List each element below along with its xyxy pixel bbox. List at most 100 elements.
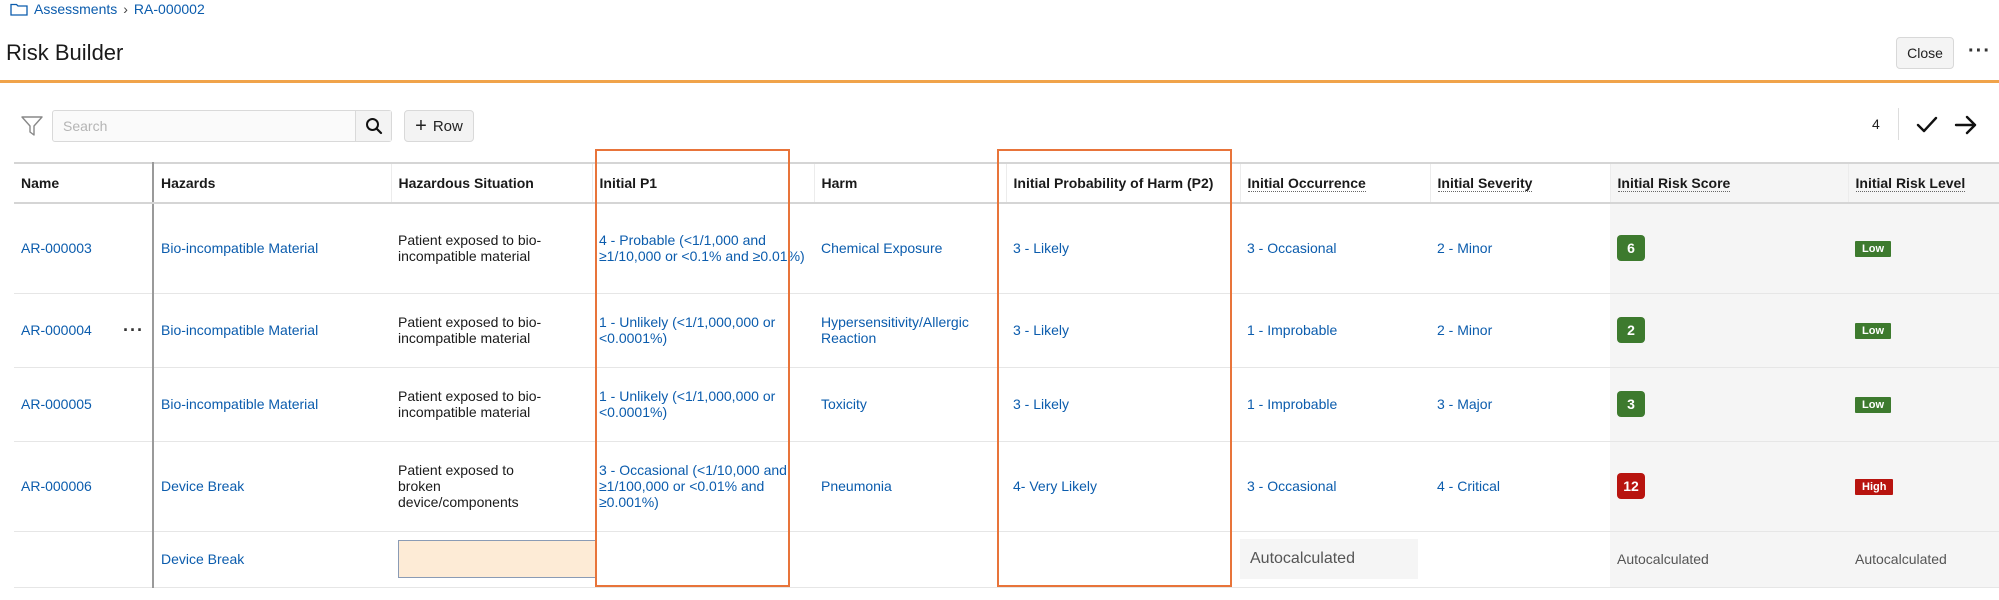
initial-p1-link[interactable]: 1 - Unlikely (<1/1,000,000 or <0.0001%) <box>592 367 814 442</box>
risk-level-cell: Low <box>1848 293 1999 368</box>
new-row-harm-cell[interactable] <box>814 531 1006 588</box>
add-row-label: Row <box>432 117 463 135</box>
column-header-initial-risk-level-label: Initial Risk Level <box>1855 175 1966 192</box>
column-header-initial-occurrence[interactable]: Initial Occurrence <box>1240 162 1431 204</box>
row-name-link[interactable]: AR-000005 <box>21 396 92 412</box>
hazardous-situation-edit-field[interactable] <box>398 540 596 578</box>
column-header-initial-risk-score-label: Initial Risk Score <box>1617 175 1731 192</box>
new-row-p1-cell[interactable] <box>592 531 814 588</box>
new-row-risk-score-cell: Autocalculated <box>1610 531 1848 588</box>
row-name-link[interactable]: AR-000004 <box>21 322 92 338</box>
search-button[interactable] <box>355 111 391 141</box>
harm-link[interactable]: Hypersensitivity/Allergic Reaction <box>814 293 1006 368</box>
new-row-name-cell <box>14 531 154 588</box>
table-row: AR-000005 Bio-incompatible Material Pati… <box>14 367 1999 442</box>
row-name-link[interactable]: AR-000006 <box>21 478 92 494</box>
risk-score-badge: 3 <box>1617 391 1645 417</box>
new-row-hazard-link[interactable]: Device Break <box>153 531 391 588</box>
initial-p2-link[interactable]: 3 - Likely <box>1006 203 1240 294</box>
risk-table: Name Hazards Hazardous Situation Initial… <box>14 162 1999 588</box>
check-icon[interactable] <box>1914 112 1940 138</box>
arrow-right-icon[interactable] <box>1953 112 1979 138</box>
hazard-link[interactable]: Bio-incompatible Material <box>153 293 391 368</box>
hazardous-situation-cell: Patient exposed to bio-incompatible mate… <box>391 203 592 294</box>
risk-level-cell: High <box>1848 441 1999 532</box>
risk-score-badge: 6 <box>1617 235 1645 262</box>
new-row: Device Break Autocalculated Autocalculat… <box>14 531 1999 588</box>
new-row-occurrence-cell: Autocalculated <box>1240 531 1430 588</box>
harm-link[interactable]: Chemical Exposure <box>814 203 1006 294</box>
column-header-initial-risk-score[interactable]: Initial Risk Score <box>1610 162 1849 204</box>
column-header-initial-occurrence-label: Initial Occurrence <box>1247 175 1366 192</box>
initial-occurrence-link[interactable]: 1 - Improbable <box>1240 367 1430 442</box>
column-header-name[interactable]: Name <box>14 162 154 204</box>
hazard-link[interactable]: Device Break <box>153 441 391 532</box>
row-more-icon[interactable]: ··· <box>123 321 144 339</box>
breadcrumb: Assessments › RA-000002 <box>10 0 205 18</box>
filter-icon[interactable] <box>20 114 44 138</box>
initial-p1-link[interactable]: 4 - Probable (<1/1,000 and ≥1/10,000 or … <box>592 203 814 294</box>
risk-level-badge: Low <box>1855 241 1891 258</box>
column-header-initial-p2[interactable]: Initial Probability of Harm (P2) <box>1006 162 1241 204</box>
hazard-link[interactable]: Bio-incompatible Material <box>153 203 391 294</box>
breadcrumb-current-link[interactable]: RA-000002 <box>134 1 205 17</box>
column-header-initial-p1[interactable]: Initial P1 <box>592 162 815 204</box>
column-header-harm[interactable]: Harm <box>814 162 1007 204</box>
header-divider <box>0 80 1999 83</box>
risk-score-cell: 6 <box>1610 203 1848 294</box>
hazardous-situation-cell: Patient exposed to broken device/compone… <box>391 441 592 532</box>
more-options-icon[interactable]: ··· <box>1968 40 1991 63</box>
new-row-risk-level-cell: Autocalculated <box>1848 531 1999 588</box>
initial-severity-link[interactable]: 2 - Minor <box>1430 293 1610 368</box>
initial-occurrence-link[interactable]: 3 - Occasional <box>1240 203 1430 294</box>
column-header-initial-severity[interactable]: Initial Severity <box>1430 162 1611 204</box>
new-row-severity-cell[interactable] <box>1430 531 1610 588</box>
initial-p2-link[interactable]: 4- Very Likely <box>1006 441 1240 532</box>
initial-severity-link[interactable]: 2 - Minor <box>1430 203 1610 294</box>
table-header-row: Name Hazards Hazardous Situation Initial… <box>14 162 1999 204</box>
add-row-button[interactable]: + Row <box>404 110 474 142</box>
risk-level-badge: High <box>1855 479 1894 495</box>
initial-occurrence-link[interactable]: 1 - Improbable <box>1240 293 1430 368</box>
initial-p1-link[interactable]: 3 - Occasional (<1/10,000 and ≥1/100,000… <box>592 441 814 532</box>
initial-severity-link[interactable]: 4 - Critical <box>1430 441 1610 532</box>
risk-score-cell: 3 <box>1610 367 1848 442</box>
harm-link[interactable]: Toxicity <box>814 367 1006 442</box>
initial-p1-link[interactable]: 1 - Unlikely (<1/1,000,000 or <0.0001%) <box>592 293 814 368</box>
hazard-link[interactable]: Bio-incompatible Material <box>153 367 391 442</box>
row-name-cell: AR-000003 <box>14 203 154 294</box>
breadcrumb-assessments-link[interactable]: Assessments <box>34 1 117 17</box>
risk-score-cell: 12 <box>1610 441 1848 532</box>
new-row-situation-cell <box>391 531 596 588</box>
table-row: AR-000004 ··· Bio-incompatible Material P… <box>14 293 1999 368</box>
close-button[interactable]: Close <box>1896 37 1954 69</box>
column-header-initial-severity-label: Initial Severity <box>1437 175 1533 192</box>
risk-level-cell: Low <box>1848 203 1999 294</box>
toolbar-divider <box>1898 108 1899 140</box>
risk-score-badge: 2 <box>1617 317 1645 343</box>
column-header-hazardous-situation[interactable]: Hazardous Situation <box>391 162 593 204</box>
column-header-hazards[interactable]: Hazards <box>153 162 392 204</box>
new-row-risk-level-autocalculated: Autocalculated <box>1855 551 1947 567</box>
new-row-p2-cell[interactable] <box>1006 531 1240 588</box>
initial-p2-link[interactable]: 3 - Likely <box>1006 367 1240 442</box>
risk-level-badge: Low <box>1855 397 1891 413</box>
initial-p2-link[interactable]: 3 - Likely <box>1006 293 1240 368</box>
row-name-link[interactable]: AR-000003 <box>21 240 92 256</box>
search-box <box>52 110 392 142</box>
risk-score-cell: 2 <box>1610 293 1848 368</box>
table-row: AR-000006 Device Break Patient exposed t… <box>14 441 1999 532</box>
new-row-occurrence-autocalculated: Autocalculated <box>1240 539 1418 579</box>
initial-severity-link[interactable]: 3 - Major <box>1430 367 1610 442</box>
column-header-initial-risk-level[interactable]: Initial Risk Level <box>1848 162 1999 204</box>
risk-level-badge: Low <box>1855 323 1891 339</box>
search-input[interactable] <box>53 111 355 141</box>
record-count: 4 <box>1872 116 1880 132</box>
harm-link[interactable]: Pneumonia <box>814 441 1006 532</box>
hazardous-situation-cell: Patient exposed to bio-incompatible mate… <box>391 293 592 368</box>
search-icon <box>365 118 382 135</box>
initial-occurrence-link[interactable]: 3 - Occasional <box>1240 441 1430 532</box>
folder-icon <box>10 3 28 16</box>
risk-level-cell: Low <box>1848 367 1999 442</box>
new-row-risk-score-autocalculated: Autocalculated <box>1617 551 1709 567</box>
